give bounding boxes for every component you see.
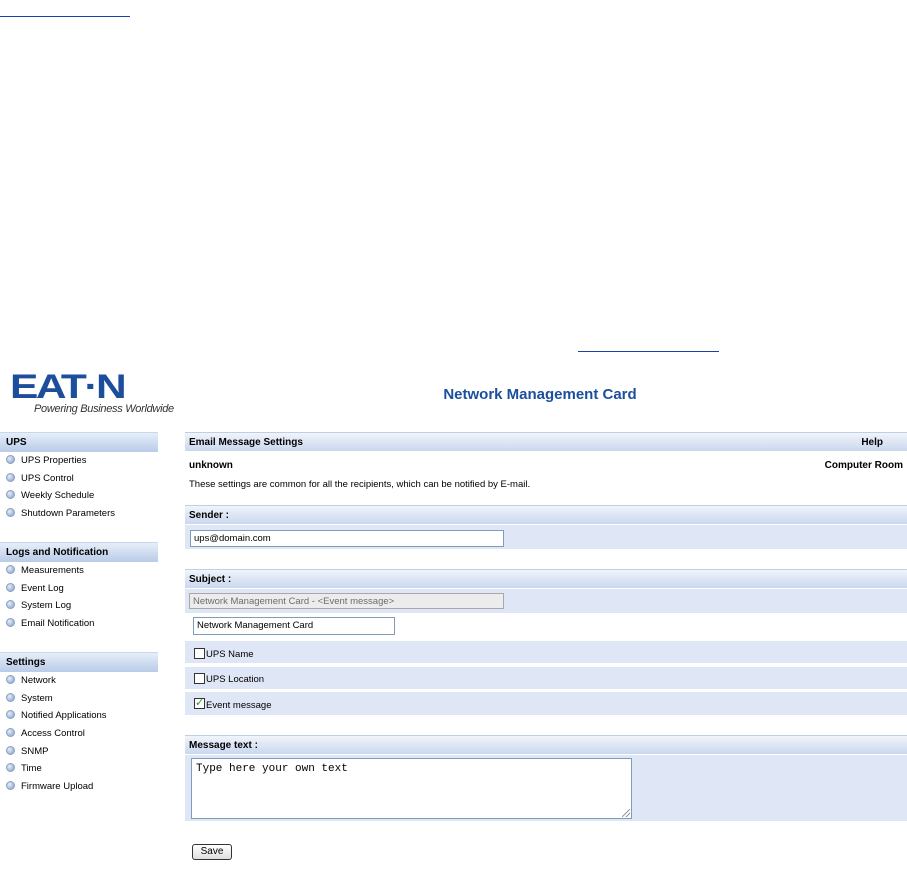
sidebar-item-snmp[interactable]: SNMP bbox=[0, 743, 158, 761]
help-link[interactable]: Help bbox=[861, 433, 883, 452]
sidebar-item-measurements[interactable]: Measurements bbox=[0, 562, 158, 580]
subject-preview-field: Network Management Card - <Event message… bbox=[189, 593, 504, 609]
message-text[interactable]: Type here your own text bbox=[196, 763, 348, 775]
bullet-icon bbox=[6, 454, 15, 464]
panel-header: Email Message Settings Help bbox=[185, 432, 907, 451]
subject-option-row: UPS Location bbox=[185, 667, 907, 689]
sidebar-item-time[interactable]: Time bbox=[0, 760, 158, 778]
sender-header: Sender : bbox=[185, 505, 907, 524]
sidebar-item-system-log[interactable]: System Log bbox=[0, 597, 158, 615]
sidebar-header: Settings bbox=[0, 652, 158, 672]
message-textarea[interactable]: Type here your own text bbox=[191, 758, 632, 819]
location-value: Computer Room bbox=[824, 460, 903, 471]
ups-name-value: unknown bbox=[189, 460, 233, 471]
bullet-icon bbox=[6, 780, 15, 790]
bullet-icon bbox=[6, 710, 15, 720]
logo-wordmark: EAT·N bbox=[10, 368, 127, 406]
sidebar-item-access-control[interactable]: Access Control bbox=[0, 725, 158, 743]
sidebar-item-ups-control[interactable]: UPS Control bbox=[0, 470, 158, 488]
sidebar-section-settings: Settings Network System Notified Applica… bbox=[0, 652, 158, 796]
bullet-icon bbox=[6, 472, 15, 482]
sender-label: Sender : bbox=[189, 510, 230, 521]
subject-header: Subject : bbox=[185, 569, 907, 588]
bullet-icon bbox=[6, 745, 15, 755]
event-message-checkbox-label[interactable]: Event message bbox=[206, 700, 271, 711]
resize-grip-icon[interactable] bbox=[622, 809, 630, 817]
subject-label: Subject : bbox=[189, 574, 232, 585]
sidebar-item-firmware-upload[interactable]: Firmware Upload bbox=[0, 778, 158, 796]
sidebar-item-shutdown-parameters[interactable]: Shutdown Parameters bbox=[0, 505, 158, 523]
bullet-icon bbox=[6, 763, 15, 773]
sidebar-item-email-notification[interactable]: Email Notification bbox=[0, 615, 158, 633]
save-button[interactable]: Save bbox=[192, 844, 232, 860]
ups-name-checkbox[interactable] bbox=[194, 648, 205, 659]
bullet-icon bbox=[6, 582, 15, 592]
subject-input-row: Network Management Card bbox=[185, 613, 907, 639]
subject-text-input[interactable]: Network Management Card bbox=[193, 617, 395, 635]
sender-row: ups@domain.com bbox=[185, 525, 907, 549]
logo-tagline: Powering Business Worldwide bbox=[34, 403, 174, 415]
settings-description: These settings are common for all the re… bbox=[189, 479, 531, 490]
sidebar-section-ups: UPS UPS Properties UPS Control Weekly Sc… bbox=[0, 432, 158, 523]
sidebar-item-weekly-schedule[interactable]: Weekly Schedule bbox=[0, 487, 158, 505]
mid-link-underline[interactable] bbox=[578, 351, 719, 352]
sender-email-input[interactable]: ups@domain.com bbox=[190, 530, 504, 547]
subject-preview-row: Network Management Card - <Event message… bbox=[185, 589, 907, 613]
bullet-icon bbox=[6, 490, 15, 500]
message-label: Message text : bbox=[189, 740, 258, 751]
subject-option-row: UPS Name bbox=[185, 641, 907, 663]
ups-location-checkbox-label[interactable]: UPS Location bbox=[206, 674, 264, 685]
sidebar-item-network[interactable]: Network bbox=[0, 672, 158, 690]
bullet-icon bbox=[6, 564, 15, 574]
bullet-icon bbox=[6, 617, 15, 627]
sidebar-section-logs: Logs and Notification Measurements Event… bbox=[0, 542, 158, 633]
sidebar-item-system[interactable]: System bbox=[0, 690, 158, 708]
ups-name-checkbox-label[interactable]: UPS Name bbox=[206, 649, 254, 660]
ups-location-checkbox[interactable] bbox=[194, 673, 205, 684]
eaton-logo: EAT·N Powering Business Worldwide bbox=[6, 368, 174, 418]
sidebar-header: Logs and Notification bbox=[0, 542, 158, 562]
panel-title: Email Message Settings bbox=[189, 437, 303, 448]
bullet-icon bbox=[6, 727, 15, 737]
event-message-checkbox[interactable] bbox=[194, 696, 205, 709]
bullet-icon bbox=[6, 674, 15, 684]
bullet-icon bbox=[6, 507, 15, 517]
bullet-icon bbox=[6, 600, 15, 610]
page-title: Network Management Card bbox=[443, 386, 637, 403]
sidebar-item-notified-applications[interactable]: Notified Applications bbox=[0, 707, 158, 725]
sidebar-header: UPS bbox=[0, 432, 158, 452]
subject-option-row: Event message bbox=[185, 692, 907, 715]
bullet-icon bbox=[6, 692, 15, 702]
sidebar-item-event-log[interactable]: Event Log bbox=[0, 580, 158, 598]
message-header: Message text : bbox=[185, 735, 907, 754]
sidebar-item-ups-properties[interactable]: UPS Properties bbox=[0, 452, 158, 470]
top-link-underline[interactable] bbox=[0, 16, 130, 17]
